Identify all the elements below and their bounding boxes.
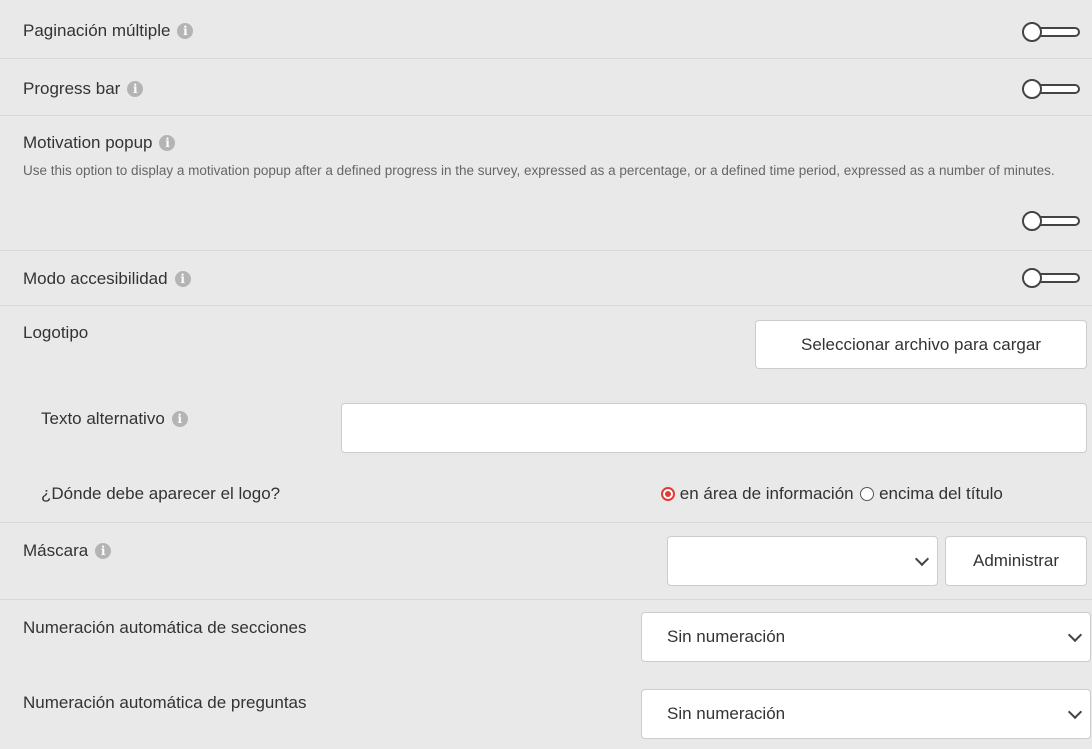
alt-text-label: Texto alternativo i	[41, 409, 188, 429]
chevron-down-icon	[914, 551, 930, 567]
motivation-popup-row: Motivation popup i	[0, 115, 1092, 251]
info-icon[interactable]: i	[174, 271, 191, 287]
multipage-toggle[interactable]	[1022, 22, 1082, 42]
section-numbering-select[interactable]: Sin numeración	[641, 612, 1091, 662]
logo-section: Logotipo Seleccionar archivo para cargar…	[0, 305, 1092, 523]
chevron-down-icon	[1067, 704, 1083, 720]
progress-bar-row: Progress bar i	[0, 58, 1092, 116]
info-icon[interactable]: i	[177, 23, 194, 39]
accessibility-toggle[interactable]	[1022, 268, 1082, 288]
question-numbering-select[interactable]: Sin numeración	[641, 689, 1091, 739]
radio-above-title[interactable]: encima del título	[860, 484, 1003, 503]
motivation-popup-description: Use this option to display a motivation …	[23, 163, 1055, 178]
chevron-down-icon	[1067, 627, 1083, 643]
logo-position-radio-group: en área de información encima del título	[661, 484, 1003, 504]
info-icon[interactable]: i	[127, 81, 144, 97]
question-numbering-row: Numeración automática de preguntas Sin n…	[0, 675, 1092, 749]
accessibility-row: Modo accesibilidad i	[0, 250, 1092, 306]
survey-settings-panel: Paginación múltiple i Progress bar i Motiv…	[0, 0, 1092, 749]
progress-bar-label: Progress bar i	[23, 79, 144, 99]
logo-label: Logotipo	[23, 323, 89, 342]
progress-bar-toggle[interactable]	[1022, 79, 1082, 99]
multipage-label: Paginación múltiple i	[23, 21, 194, 41]
question-numbering-label: Numeración automática de preguntas	[23, 693, 307, 712]
mask-row: Máscara i Administrar	[0, 522, 1092, 600]
accessibility-label: Modo accesibilidad i	[23, 269, 191, 289]
manage-mask-button[interactable]: Administrar	[945, 536, 1087, 586]
motivation-popup-label: Motivation popup i	[23, 133, 176, 153]
section-numbering-label: Numeración automática de secciones	[23, 618, 307, 637]
section-numbering-row: Numeración automática de secciones Sin n…	[0, 599, 1092, 675]
upload-logo-button[interactable]: Seleccionar archivo para cargar	[755, 320, 1087, 369]
alt-text-input[interactable]	[341, 403, 1087, 453]
radio-unselected-icon[interactable]	[860, 487, 875, 501]
mask-label: Máscara i	[23, 541, 112, 561]
multipage-row: Paginación múltiple i	[0, 0, 1092, 59]
info-icon[interactable]: i	[95, 543, 112, 559]
info-icon[interactable]: i	[171, 411, 188, 427]
info-icon[interactable]: i	[159, 135, 176, 151]
logo-position-question: ¿Dónde debe aparecer el logo?	[41, 484, 281, 503]
motivation-popup-toggle[interactable]	[1022, 211, 1082, 231]
radio-selected-icon[interactable]	[661, 487, 675, 501]
radio-info-area[interactable]: en área de información	[661, 484, 854, 503]
mask-select[interactable]	[667, 536, 938, 586]
